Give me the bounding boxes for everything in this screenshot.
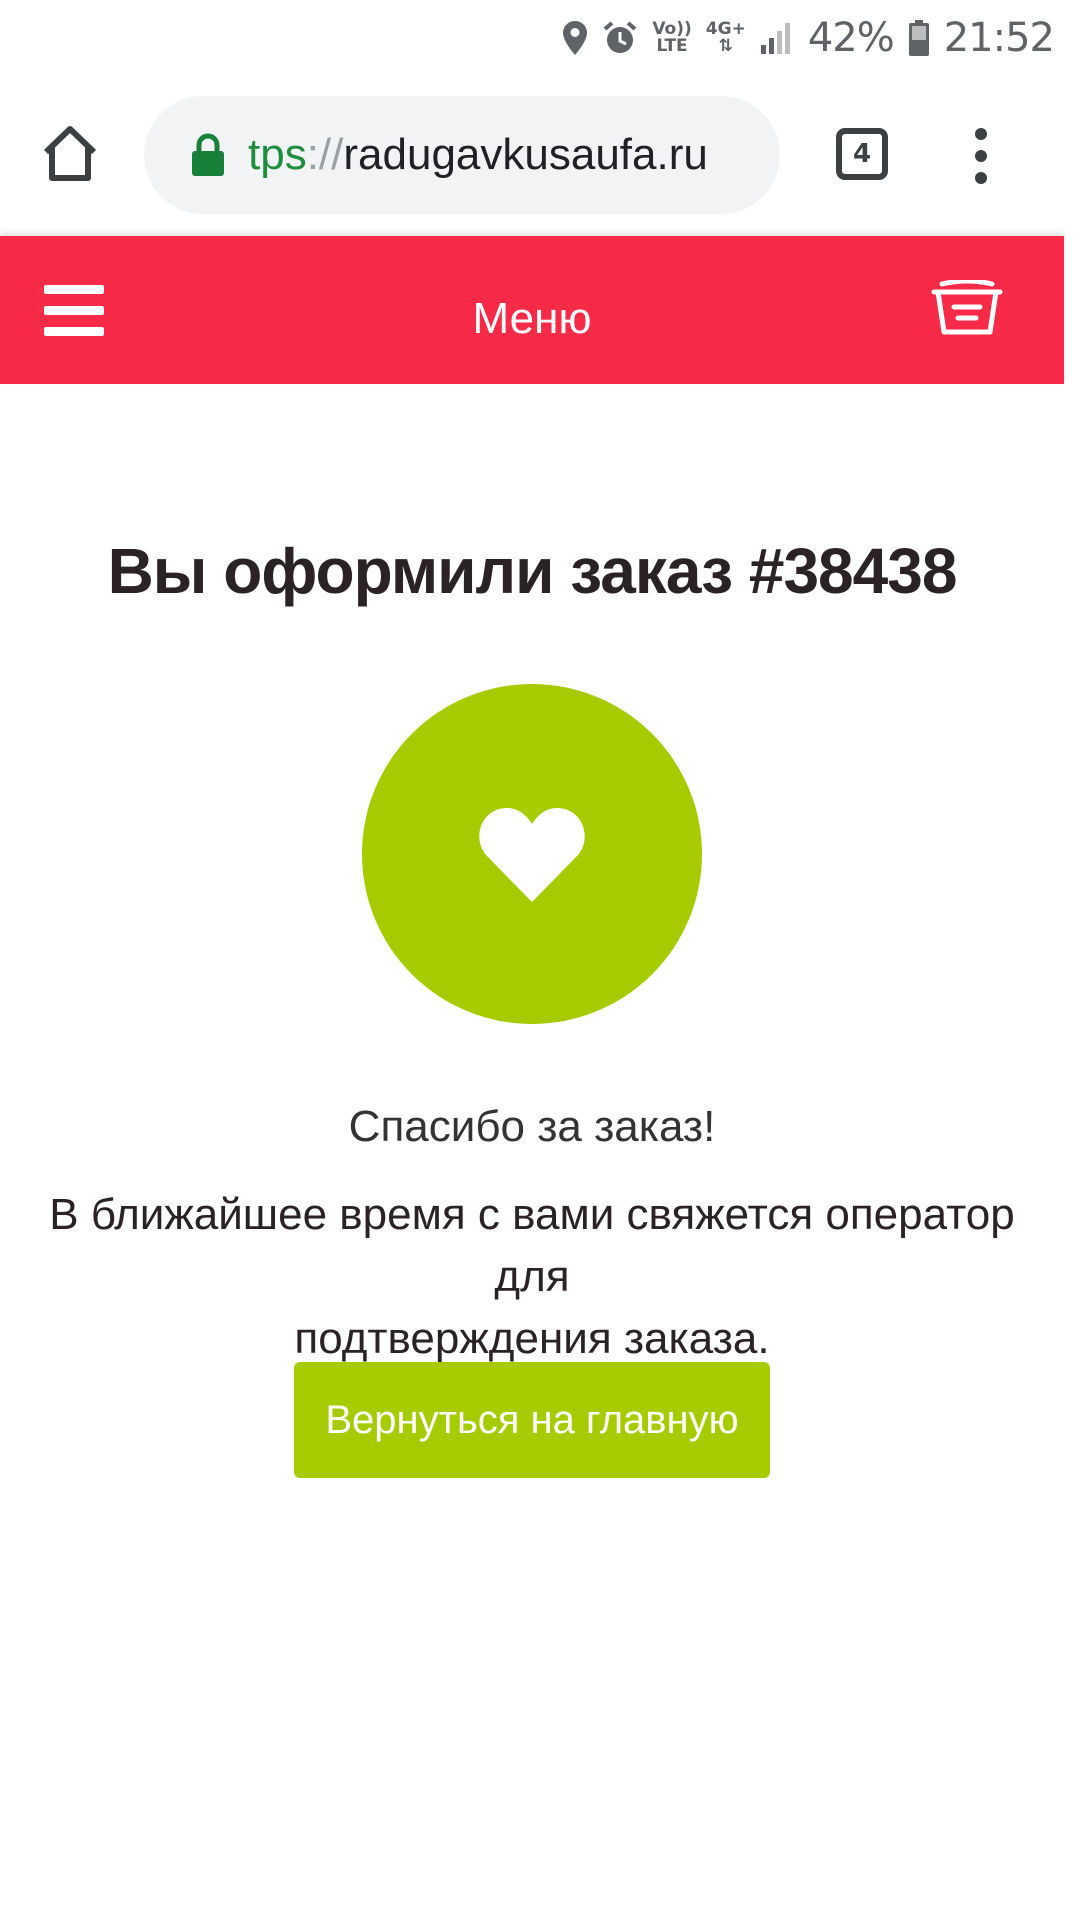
battery-percent: 42% — [807, 15, 895, 61]
battery-icon — [908, 19, 930, 57]
more-vertical-icon — [975, 128, 987, 184]
browser-menu-button[interactable] — [964, 126, 998, 186]
back-to-home-button[interactable]: Вернуться на главную — [294, 1362, 770, 1478]
location-icon — [562, 20, 588, 56]
thanks-text: Спасибо за заказ! — [348, 1102, 716, 1151]
tab-count: 4 — [852, 139, 872, 169]
info-line-1: В ближайшее время с вами свяжется операт… — [49, 1190, 1015, 1301]
browser-home-button[interactable] — [38, 122, 102, 186]
network-type-icon: 4G+ ⇅ — [705, 19, 746, 56]
clock: 21:52 — [943, 15, 1055, 61]
heart-icon — [479, 808, 585, 902]
url-bar[interactable]: tps://radugavkusaufa.ru — [144, 96, 780, 214]
lock-icon — [192, 133, 224, 176]
cart-icon[interactable] — [930, 278, 1004, 336]
alarm-icon — [602, 20, 638, 56]
volte-icon: Vo)) LTE — [652, 19, 692, 56]
status-bar: Vo)) LTE 4G+ ⇅ 42% 21:52 — [0, 0, 1080, 76]
success-badge — [362, 684, 702, 1024]
home-icon — [43, 126, 97, 181]
signal-icon — [760, 21, 794, 55]
order-title: Вы оформили заказ #38438 — [107, 535, 958, 607]
browser-toolbar: tps://radugavkusaufa.ru 4 — [0, 76, 1080, 236]
url-text: tps://radugavkusaufa.ru — [248, 130, 708, 179]
info-line-2: подтверждения заказа. — [294, 1314, 770, 1363]
tab-switcher-button[interactable]: 4 — [836, 128, 888, 180]
site-header: Меню — [0, 236, 1064, 384]
hamburger-menu-icon[interactable] — [44, 285, 104, 337]
operator-info-text: В ближайшее время с вами свяжется операт… — [20, 1184, 1044, 1370]
menu-title[interactable]: Меню — [0, 236, 1064, 384]
